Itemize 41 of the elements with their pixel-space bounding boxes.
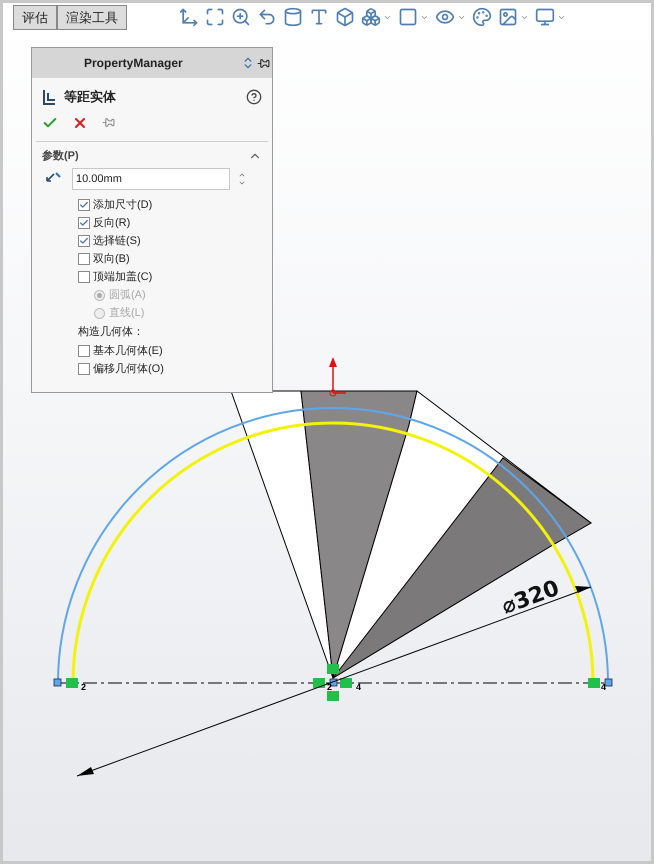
checkbox-label: 添加尺寸(D) <box>93 198 152 213</box>
checkbox-label: 选择链(S) <box>93 234 141 249</box>
appearance-icon[interactable] <box>472 7 492 27</box>
relation-label: 4 <box>356 682 362 692</box>
previous-view-icon[interactable] <box>257 7 277 27</box>
cube-icon[interactable] <box>335 7 355 27</box>
tab[interactable]: 渲染工具 <box>57 5 127 30</box>
spin-buttons[interactable] <box>238 171 246 187</box>
section-title: 参数(P) <box>42 148 79 164</box>
radio-label: 圆弧(A) <box>109 288 146 303</box>
checkbox[interactable] <box>78 271 90 283</box>
checkbox-label: 基本几何体(E) <box>93 344 163 359</box>
checkbox[interactable] <box>78 217 90 229</box>
offset-entity-icon <box>42 88 56 105</box>
annotation-icon[interactable] <box>309 7 329 27</box>
monitor-icon[interactable] <box>535 7 555 27</box>
checkbox[interactable] <box>78 235 90 247</box>
relation-label: 4 <box>601 682 606 692</box>
pin-icon[interactable] <box>257 56 270 70</box>
origin-axis-icon <box>329 357 346 396</box>
checkbox[interactable] <box>78 199 90 211</box>
help-icon[interactable] <box>246 88 262 105</box>
checkbox[interactable] <box>78 363 90 375</box>
checkbox[interactable] <box>78 345 90 357</box>
feature-title: 等距实体 <box>64 88 116 106</box>
checkbox-label: 双向(B) <box>93 252 130 267</box>
relation-label: 2 <box>327 682 332 692</box>
zoom-icon[interactable] <box>231 7 251 27</box>
radio-label: 直线(L) <box>109 306 144 321</box>
view-orientation-icon[interactable] <box>179 7 199 27</box>
relation-label: 2 <box>81 682 86 692</box>
checkbox-label: 偏移几何体(O) <box>93 362 164 377</box>
zoom-fit-icon[interactable] <box>205 7 225 27</box>
checkbox[interactable] <box>78 253 90 265</box>
group-label: 构造几何体： <box>78 325 145 340</box>
checkbox-label: 顶端加盖(C) <box>93 270 152 285</box>
distance-field[interactable]: 10.00mm <box>72 168 230 190</box>
dimension-text: ⌀320 <box>498 576 563 620</box>
tab[interactable]: 评估 <box>13 5 57 30</box>
panel-title: PropertyManager <box>84 55 183 72</box>
checkbox-label: 反向(R) <box>93 216 130 231</box>
